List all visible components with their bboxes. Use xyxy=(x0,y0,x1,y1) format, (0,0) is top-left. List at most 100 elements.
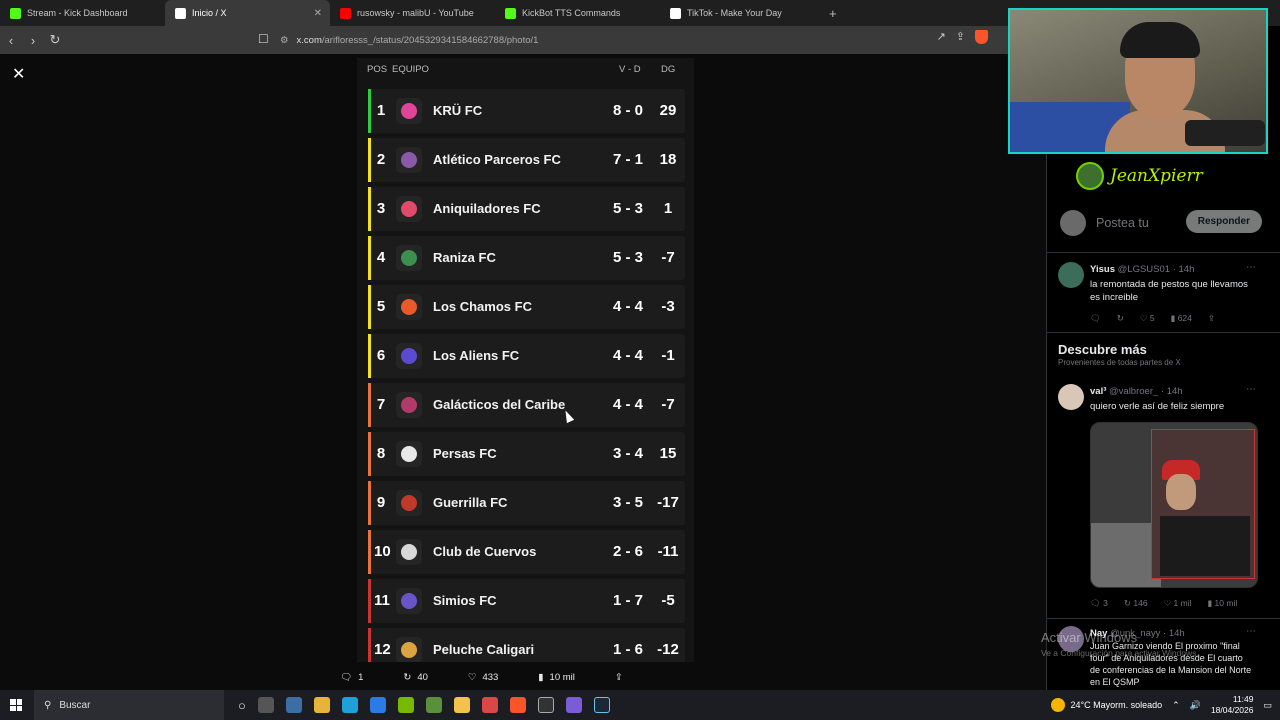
open-external-icon[interactable]: ↗ xyxy=(937,30,946,44)
tweet-media[interactable] xyxy=(1090,422,1258,588)
repost-action[interactable]: ↻ 146 xyxy=(1124,598,1148,609)
browser-tab[interactable]: Inicio / X ✕ xyxy=(165,0,330,26)
url-path: /arifloresss_/status/2045329341584662788… xyxy=(321,34,539,46)
bookmark-icon[interactable]: ☐ xyxy=(258,32,269,46)
brave-shield-icon[interactable] xyxy=(975,30,988,44)
steam-icon[interactable] xyxy=(593,697,610,713)
reply-action[interactable]: 🗨 3 xyxy=(1090,598,1108,609)
win-loss: 2 - 6 xyxy=(612,543,643,560)
tab-close-icon[interactable]: ✕ xyxy=(314,8,322,19)
reply-input[interactable]: Postea tu xyxy=(1096,216,1149,230)
reload-icon[interactable]: ↻ xyxy=(44,32,66,48)
app-icon[interactable] xyxy=(565,697,582,713)
site-info-icon[interactable]: ⚙ xyxy=(280,35,289,46)
views-action[interactable]: ▮ 624 xyxy=(1171,313,1192,324)
goal-difference: -17 xyxy=(657,494,679,511)
obs-icon[interactable] xyxy=(537,697,554,713)
like-action[interactable]: ♡ 433 xyxy=(468,672,498,683)
close-icon[interactable]: ✕ xyxy=(12,64,25,84)
streamer-avatar xyxy=(1076,162,1104,190)
header-dg: DG xyxy=(661,64,676,75)
win-loss: 8 - 0 xyxy=(612,102,643,119)
volume-icon[interactable]: 🔊 xyxy=(1190,700,1201,711)
win-loss: 1 - 6 xyxy=(612,641,643,658)
windows-start-icon[interactable] xyxy=(10,699,22,711)
win-loss: 4 - 4 xyxy=(612,396,643,413)
team-name: Atlético Parceros FC xyxy=(433,152,561,167)
forward-icon[interactable]: › xyxy=(22,33,44,48)
win-loss: 7 - 1 xyxy=(612,151,643,168)
more-icon[interactable]: ⋯ xyxy=(1246,262,1256,273)
discover-subtitle: Provenientes de todas partes de X xyxy=(1058,358,1181,367)
views-count: 624 xyxy=(1177,313,1192,323)
store-icon[interactable] xyxy=(313,697,330,713)
tab-label: KickBot TTS Commands xyxy=(522,8,621,18)
like-action[interactable]: ♡ 5 xyxy=(1140,313,1155,324)
views-action[interactable]: ▮ 10 mil xyxy=(538,672,575,683)
clock[interactable]: 11:49 18/04/2026 xyxy=(1211,694,1254,716)
zone-indicator xyxy=(368,628,371,662)
repost-action[interactable]: ↻ 40 xyxy=(403,672,428,683)
team-name: Los Aliens FC xyxy=(433,348,520,363)
position: 4 xyxy=(376,249,386,266)
discover-title: Descubre más xyxy=(1058,342,1147,357)
task-view-icon[interactable] xyxy=(257,697,274,713)
position: 6 xyxy=(376,347,386,364)
avatar xyxy=(1060,210,1086,236)
minecraft-icon[interactable] xyxy=(425,697,442,713)
chevron-up-icon[interactable]: ⌃ xyxy=(1172,700,1180,711)
zone-indicator xyxy=(368,138,371,182)
url-field[interactable]: ⚙ x.com/arifloresss_/status/204532934158… xyxy=(280,30,1000,50)
back-icon[interactable]: ‹ xyxy=(0,33,22,48)
team-logo xyxy=(396,588,422,614)
responder-button[interactable]: Responder xyxy=(1185,210,1262,233)
browser-tab[interactable]: Stream - Kick Dashboard xyxy=(0,0,165,26)
zone-indicator xyxy=(368,481,371,525)
like-count: 5 xyxy=(1149,313,1155,323)
zone-indicator xyxy=(368,530,371,574)
browser-tab[interactable]: KickBot TTS Commands xyxy=(495,0,660,26)
discover-tweet[interactable]: val³ @valbroer_ · 14h quiero verle así d… xyxy=(1058,384,1268,418)
nvidia-icon[interactable] xyxy=(397,697,414,713)
url-domain: x.com xyxy=(296,34,322,46)
reply-icon[interactable]: 🗨 xyxy=(1090,313,1101,324)
app-icon[interactable] xyxy=(285,697,302,713)
brave-icon[interactable] xyxy=(509,697,526,713)
position: 9 xyxy=(376,494,386,511)
activate-windows-subtext: Ve a Configuración para activar Windows. xyxy=(1041,648,1199,658)
new-tab-button[interactable]: + xyxy=(829,6,837,21)
folder-icon[interactable] xyxy=(453,697,470,713)
share-post-icon[interactable]: ⇪ xyxy=(615,672,623,683)
browser-tab[interactable]: TikTok - Make Your Day xyxy=(660,0,825,26)
more-icon[interactable]: ⋯ xyxy=(1246,384,1256,395)
reply-action[interactable]: 🗨 1 xyxy=(340,672,363,683)
notification-icon[interactable]: ▭ xyxy=(1263,700,1272,711)
weather-widget[interactable]: 24°C Mayorm. soleado xyxy=(1050,698,1163,712)
reply-tweet[interactable]: Yisus @LGSUS01 · 14h la remontada de pes… xyxy=(1058,262,1268,303)
edge-icon[interactable] xyxy=(341,697,358,713)
tweet-stats: 🗨 3 ↻ 146 ♡ 1 mil ▮ 10 mil xyxy=(1090,598,1237,609)
browser-tab[interactable]: rusowsky - malibU - YouTube xyxy=(330,0,495,26)
repost-icon: ↻ xyxy=(403,671,412,683)
views-action[interactable]: ▮ 10 mil xyxy=(1208,598,1238,609)
tab-label: TikTok - Make Your Day xyxy=(687,8,782,18)
mail-icon[interactable] xyxy=(369,697,386,713)
tab-label: Stream - Kick Dashboard xyxy=(27,8,128,18)
position: 1 xyxy=(376,102,386,119)
goal-difference: 1 xyxy=(663,200,673,217)
like-action[interactable]: ♡ 1 mil xyxy=(1164,598,1192,609)
cortana-icon[interactable]: ○ xyxy=(238,698,246,713)
divider xyxy=(1046,618,1280,619)
taskbar-search[interactable]: ⚲ Buscar xyxy=(34,690,224,720)
share-icon[interactable]: ⇪ xyxy=(1208,313,1215,324)
team-logo xyxy=(396,196,422,222)
repost-icon[interactable]: ↻ xyxy=(1117,313,1124,324)
table-row: 3 Aniquiladores FC 5 - 3 1 xyxy=(368,187,685,231)
more-icon[interactable]: ⋯ xyxy=(1246,626,1256,637)
zone-indicator xyxy=(368,236,371,280)
windows-taskbar: ⚲ Buscar ○ 24°C Mayorm. soleado ⌃ 🔊 11:49… xyxy=(0,690,1280,720)
share-icon[interactable]: ⇪ xyxy=(956,30,965,44)
app-icon[interactable] xyxy=(481,697,498,713)
weather-text: 24°C Mayorm. soleado xyxy=(1070,700,1163,710)
divider xyxy=(1046,252,1280,253)
